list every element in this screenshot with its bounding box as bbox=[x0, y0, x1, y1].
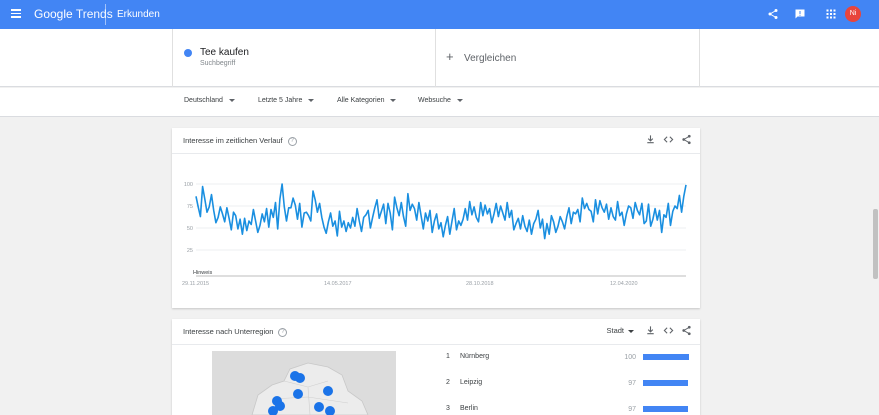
chevron-down-icon bbox=[390, 98, 397, 102]
region-value: 97 bbox=[628, 406, 636, 413]
search-term-card[interactable]: Tee kaufen Suchbegriff bbox=[172, 29, 436, 87]
share-icon[interactable] bbox=[767, 8, 779, 20]
header-divider bbox=[105, 4, 106, 25]
y-tick-label: 75 bbox=[187, 204, 193, 210]
filter-country[interactable]: Deutschland bbox=[184, 97, 235, 104]
filter-bar: Deutschland Letzte 5 Jahre Alle Kategori… bbox=[0, 88, 879, 117]
card-actions: Stadt bbox=[606, 325, 692, 336]
share-icon[interactable] bbox=[681, 134, 692, 145]
term-header: Tee kaufen Suchbegriff + Vergleichen bbox=[0, 29, 879, 87]
region-row[interactable]: 2 Leipzig 97 bbox=[446, 377, 690, 395]
download-icon[interactable] bbox=[645, 325, 656, 336]
germany-map-shape bbox=[251, 362, 369, 415]
city-marker[interactable] bbox=[314, 402, 324, 412]
interest-by-region-title: Interesse nach Unterregion? bbox=[183, 327, 288, 337]
city-marker[interactable] bbox=[268, 406, 278, 415]
logo-trends-text: Trends bbox=[75, 7, 113, 21]
filter-period[interactable]: Letzte 5 Jahre bbox=[258, 97, 315, 104]
google-trends-logo[interactable]: Google Trends bbox=[34, 7, 113, 21]
page-scrollbar[interactable] bbox=[872, 117, 879, 415]
region-row[interactable]: 1 Nürnberg 100 bbox=[446, 351, 690, 369]
search-term-name[interactable]: Tee kaufen bbox=[200, 47, 249, 58]
filter-category-label: Alle Kategorien bbox=[337, 97, 385, 104]
chart-note[interactable]: Hinweis bbox=[193, 270, 213, 276]
feedback-icon[interactable] bbox=[794, 8, 806, 20]
interest-over-time-chart[interactable]: 100 75 50 25 29.11.2015 14.05.2017 28.10.2018 1… bbox=[172, 154, 700, 308]
logo-google-text: Google bbox=[34, 7, 73, 21]
y-tick-label: 25 bbox=[187, 248, 193, 254]
filter-search-type[interactable]: Websuche bbox=[418, 97, 463, 104]
series-line-tee-kaufen bbox=[195, 183, 687, 240]
filter-period-label: Letzte 5 Jahre bbox=[258, 97, 303, 104]
term-color-dot bbox=[184, 49, 192, 57]
interest-over-time-title-text: Interesse im zeitlichen Verlauf bbox=[183, 136, 283, 145]
filter-country-label: Deutschland bbox=[184, 97, 223, 104]
interest-by-region-card: Interesse nach Unterregion? Stadt 1 Nürn… bbox=[172, 319, 700, 415]
x-tick-label: 14.05.2017 bbox=[324, 281, 352, 287]
plus-icon: + bbox=[446, 49, 454, 64]
city-marker[interactable] bbox=[293, 389, 303, 399]
help-icon[interactable]: ? bbox=[287, 136, 297, 146]
account-avatar[interactable]: Ni bbox=[845, 6, 861, 22]
apps-icon[interactable] bbox=[825, 8, 837, 20]
help-icon[interactable]: ? bbox=[278, 327, 288, 337]
x-tick-label: 29.11.2015 bbox=[182, 281, 209, 287]
region-value-bar bbox=[643, 380, 688, 386]
region-rank: 3 bbox=[446, 405, 450, 412]
chevron-down-icon bbox=[228, 98, 235, 102]
card-actions bbox=[645, 134, 692, 145]
region-value: 97 bbox=[628, 380, 636, 387]
resolution-select[interactable]: Stadt bbox=[606, 326, 634, 335]
compare-label: Vergleichen bbox=[464, 53, 517, 64]
x-tick-label: 28.10.2018 bbox=[466, 281, 494, 287]
top-app-bar: Google Trends Erkunden Ni bbox=[0, 0, 879, 29]
section-title[interactable]: Erkunden bbox=[117, 9, 160, 20]
city-marker[interactable] bbox=[295, 373, 305, 383]
menu-icon[interactable] bbox=[11, 9, 21, 18]
region-map[interactable] bbox=[212, 351, 396, 415]
chevron-down-icon bbox=[308, 98, 315, 102]
region-rank: 1 bbox=[446, 353, 450, 360]
share-icon[interactable] bbox=[681, 325, 692, 336]
y-tick-label: 50 bbox=[187, 226, 193, 232]
interest-over-time-title: Interesse im zeitlichen Verlauf? bbox=[183, 136, 297, 146]
card-divider bbox=[172, 344, 700, 345]
city-marker[interactable] bbox=[323, 386, 333, 396]
search-term-type: Suchbegriff bbox=[200, 60, 236, 67]
region-row[interactable]: 3 Berlin 97 bbox=[446, 403, 690, 415]
region-value: 100 bbox=[624, 354, 636, 361]
resolution-label: Stadt bbox=[606, 326, 624, 335]
region-value-bar bbox=[643, 406, 688, 412]
city-marker[interactable] bbox=[325, 406, 335, 415]
region-name: Leipzig bbox=[460, 379, 483, 386]
y-tick-label: 100 bbox=[184, 182, 193, 188]
chevron-down-icon bbox=[628, 329, 634, 333]
x-tick-label: 12.04.2020 bbox=[610, 281, 638, 287]
interest-by-region-title-text: Interesse nach Unterregion bbox=[183, 327, 274, 336]
filter-search-type-label: Websuche bbox=[418, 97, 451, 104]
interest-over-time-card: Interesse im zeitlichen Verlauf? 100 75 50… bbox=[172, 128, 700, 308]
region-name: Nürnberg bbox=[460, 353, 490, 360]
embed-icon[interactable] bbox=[663, 134, 674, 145]
embed-icon[interactable] bbox=[663, 325, 674, 336]
region-rank: 2 bbox=[446, 379, 450, 386]
region-name: Berlin bbox=[460, 405, 478, 412]
chevron-down-icon bbox=[456, 98, 463, 102]
region-value-bar bbox=[643, 354, 689, 360]
filter-category[interactable]: Alle Kategorien bbox=[337, 97, 397, 104]
download-icon[interactable] bbox=[645, 134, 656, 145]
compare-button[interactable]: + Vergleichen bbox=[436, 29, 700, 87]
scrollbar-thumb[interactable] bbox=[873, 209, 878, 279]
